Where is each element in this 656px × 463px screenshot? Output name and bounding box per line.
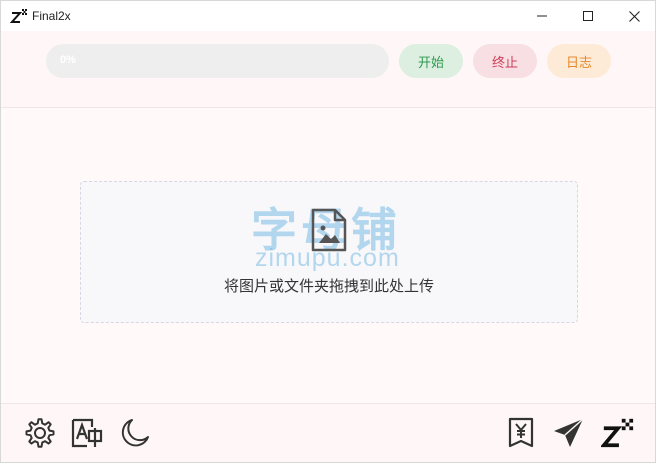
bottom-toolbar [1,403,655,462]
moon-icon [121,419,149,447]
donate-button[interactable] [504,416,538,450]
yen-icon [508,417,534,448]
maximize-icon [583,11,593,21]
minimize-icon [537,15,547,17]
upload-dropzone[interactable]: 字母铺 zimupu.com 将图片或文件夹拖拽到此处上传 [80,181,578,323]
start-button[interactable]: 开始 [399,44,463,78]
gear-icon [25,418,55,448]
maximize-button[interactable] [565,1,611,31]
log-button[interactable]: 日志 [547,44,611,78]
control-bar: 0% 开始 终止 日志 [1,31,655,108]
feedback-button[interactable] [552,416,586,450]
dropzone-hint: 将图片或文件夹拖拽到此处上传 [223,278,434,295]
theme-toggle-button[interactable] [118,416,152,450]
language-button[interactable] [70,416,104,450]
about-button[interactable] [601,416,635,450]
send-icon [554,418,584,447]
progress-text: 0% [60,54,76,66]
app-logo-icon [601,418,634,448]
minimize-button[interactable] [519,1,565,31]
language-icon [71,418,103,448]
progress-bar: 0% [46,44,389,78]
app-logo-icon [10,9,27,23]
stop-button[interactable]: 终止 [473,44,537,78]
image-file-icon [311,208,347,252]
window-title: Final2x [32,9,71,23]
main-area: 字母铺 zimupu.com 将图片或文件夹拖拽到此处上传 [1,109,655,403]
app-window: Final2x 0% 开始 终止 日志 字母铺 zimupu.com 将图片或文… [0,0,656,463]
close-button[interactable] [611,1,656,31]
settings-button[interactable] [23,416,57,450]
title-bar: Final2x [1,1,655,31]
close-icon [628,10,640,22]
